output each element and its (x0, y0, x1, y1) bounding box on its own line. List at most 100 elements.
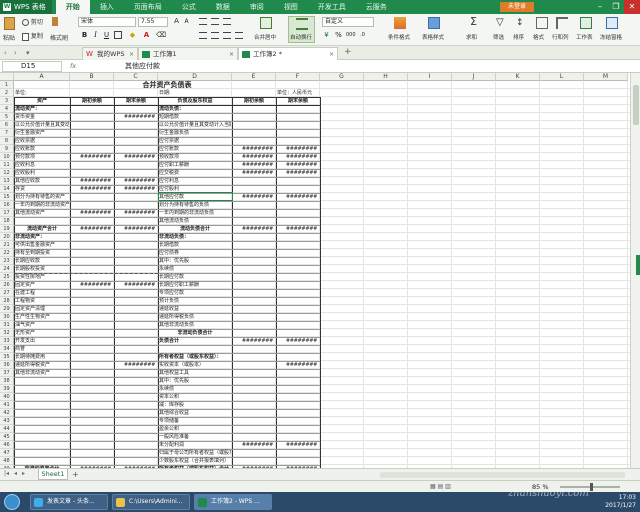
asset-opening-value[interactable] (71, 161, 113, 169)
tab-data[interactable]: 数据 (206, 0, 240, 14)
asset-opening-value[interactable] (71, 257, 113, 265)
asset-opening-value[interactable] (71, 121, 113, 129)
liability-opening-value[interactable] (233, 217, 275, 225)
worksheet-button[interactable]: 工作表 (576, 33, 593, 41)
asset-closing-value[interactable] (115, 297, 157, 305)
align-bottom-icon[interactable] (223, 18, 231, 25)
column-header[interactable]: J (452, 73, 496, 81)
liability-closing-value[interactable] (277, 393, 319, 401)
liability-item-label[interactable]: 应交税费 (159, 169, 231, 177)
first-sheet-icon[interactable]: |◂ (4, 470, 9, 477)
liability-item-label[interactable]: 预收款项 (159, 153, 231, 161)
asset-opening-value[interactable] (71, 369, 113, 377)
taskbar-item-browser[interactable]: 发表文章 - 头条... (30, 494, 108, 510)
liability-opening-value[interactable] (233, 425, 275, 433)
row-header[interactable]: 10 (0, 153, 14, 161)
liability-closing-value[interactable] (277, 401, 319, 409)
row-header[interactable]: 21 (0, 241, 14, 249)
asset-item-label[interactable]: 货币资金 (15, 113, 69, 121)
column-header[interactable]: H (364, 73, 408, 81)
tab-insert[interactable]: 插入 (90, 0, 124, 14)
asset-closing-value[interactable]: ######## (115, 177, 157, 185)
asset-closing-value[interactable]: ######## (115, 361, 157, 369)
liability-opening-value[interactable] (233, 313, 275, 321)
add-sheet-icon[interactable]: + (72, 469, 79, 480)
liability-item-label[interactable]: 永续债 (159, 385, 231, 393)
liability-closing-value[interactable] (277, 121, 319, 129)
asset-closing-value[interactable] (115, 329, 157, 337)
table-header-cell[interactable]: 负债及股东权益 (159, 97, 231, 105)
row-header[interactable]: 42 (0, 409, 14, 417)
liability-closing-value[interactable] (277, 321, 319, 329)
asset-opening-value[interactable] (71, 337, 113, 345)
filter-button[interactable]: 筛选 (493, 33, 504, 41)
liability-item-label[interactable]: 一般风险准备 (159, 433, 231, 441)
asset-closing-value[interactable] (115, 105, 157, 113)
row-header[interactable]: 4 (0, 105, 14, 113)
liability-closing-value[interactable] (277, 345, 319, 353)
asset-closing-value[interactable] (115, 353, 157, 361)
liability-closing-value[interactable] (277, 257, 319, 265)
liability-opening-value[interactable] (233, 281, 275, 289)
asset-item-label[interactable]: 生产性生物资产 (15, 313, 69, 321)
paste-button[interactable] (4, 17, 15, 30)
liability-opening-value[interactable] (233, 177, 275, 185)
asset-closing-value[interactable] (115, 257, 157, 265)
asset-item-label[interactable]: 长期待摊费用 (15, 353, 69, 361)
liability-closing-value[interactable] (277, 129, 319, 137)
liability-closing-value[interactable] (277, 297, 319, 305)
row-header[interactable]: 20 (0, 233, 14, 241)
row-header[interactable]: 15 (0, 193, 14, 201)
tab-home[interactable]: 开始 (55, 0, 90, 14)
asset-opening-value[interactable] (71, 193, 113, 201)
liability-item-label[interactable]: 流动负债合计 (159, 225, 231, 233)
horizontal-scrollbar[interactable] (380, 472, 625, 478)
liability-opening-value[interactable] (233, 201, 275, 209)
liability-item-label[interactable]: 专项储备 (159, 417, 231, 425)
asset-closing-value[interactable]: ######## (115, 209, 157, 217)
conditional-format-button[interactable]: 条件格式 (388, 33, 410, 41)
liability-closing-value[interactable] (277, 201, 319, 209)
asset-item-label[interactable]: 其他流动资产 (15, 209, 69, 217)
row-header[interactable]: 28 (0, 297, 14, 305)
liability-closing-value[interactable]: ######## (277, 361, 319, 369)
liability-item-label[interactable]: 其他权益工具 (159, 369, 231, 377)
liability-item-label[interactable]: 长期应付职工薪酬 (159, 281, 231, 289)
liability-closing-value[interactable] (277, 273, 319, 281)
row-header[interactable]: 14 (0, 185, 14, 193)
liability-item-label[interactable]: 短期借款 (159, 113, 231, 121)
doc-tab-my-wps[interactable]: W 我的WPS × (82, 47, 138, 60)
liability-opening-value[interactable]: ######## (233, 169, 275, 177)
asset-item-label[interactable]: 存货 (15, 185, 69, 193)
liability-opening-value[interactable] (233, 433, 275, 441)
row-header[interactable]: 13 (0, 177, 14, 185)
format-button[interactable]: 格式 (533, 33, 544, 41)
liability-opening-value[interactable] (233, 449, 275, 457)
tab-review[interactable]: 审阅 (240, 0, 274, 14)
chevron-right-icon[interactable]: › (14, 49, 17, 57)
liability-item-label[interactable]: 其中：优先股 (159, 257, 231, 265)
asset-item-label[interactable]: 持有至到期投资 (15, 249, 69, 257)
liability-opening-value[interactable] (233, 121, 275, 129)
asset-opening-value[interactable] (71, 329, 113, 337)
asset-opening-value[interactable] (71, 361, 113, 369)
distributed-align-icon[interactable] (235, 32, 243, 39)
row-header[interactable]: 18 (0, 217, 14, 225)
liability-item-label[interactable]: 一年内到期的非流动负债 (159, 209, 231, 217)
liability-opening-value[interactable] (233, 265, 275, 273)
asset-opening-value[interactable] (71, 273, 113, 281)
liability-opening-value[interactable] (233, 385, 275, 393)
liability-item-label[interactable]: 负债合计 (159, 337, 231, 345)
asset-closing-value[interactable] (115, 321, 157, 329)
asset-item-label[interactable]: 流动资产合计 (15, 225, 69, 233)
asset-opening-value[interactable] (71, 169, 113, 177)
asset-opening-value[interactable] (71, 249, 113, 257)
number-format-select[interactable]: 自定义 (322, 17, 374, 27)
asset-closing-value[interactable] (115, 313, 157, 321)
asset-item-label[interactable]: 应收股利 (15, 169, 69, 177)
liability-opening-value[interactable] (233, 417, 275, 425)
liability-closing-value[interactable] (277, 209, 319, 217)
start-button[interactable] (4, 494, 20, 510)
liability-item-label[interactable]: 未分配利润 (159, 441, 231, 449)
liability-closing-value[interactable] (277, 457, 319, 465)
